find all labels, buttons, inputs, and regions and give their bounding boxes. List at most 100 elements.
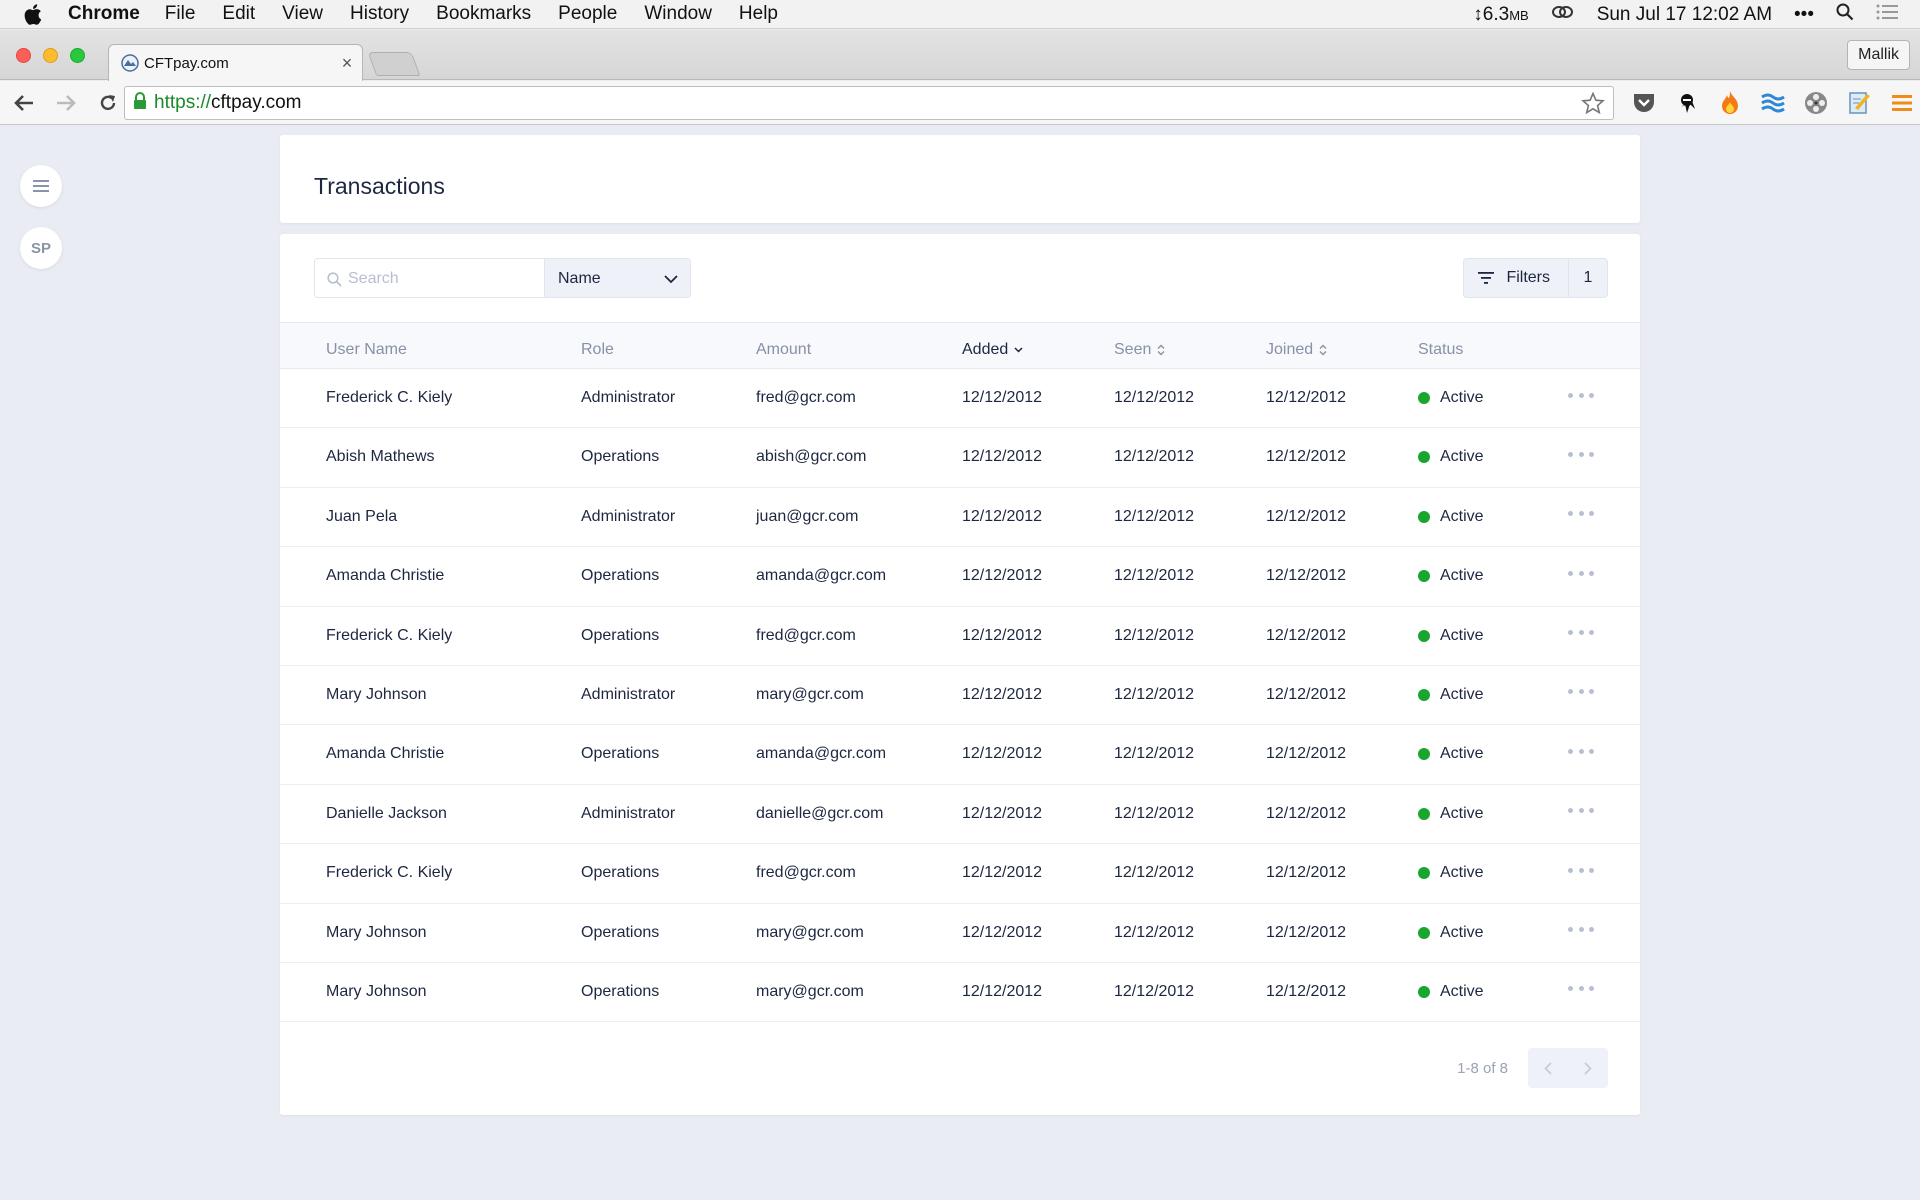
creative-cloud-icon[interactable] <box>1551 4 1575 26</box>
row-more-actions-icon[interactable] <box>1568 803 1594 819</box>
status-label: Active <box>1440 507 1484 525</box>
secure-lock-icon <box>133 91 147 115</box>
table-row[interactable]: Amanda Christie Operations amanda@gcr.com 1… <box>280 725 1640 785</box>
cell-joined: 12/12/2012 <box>1266 567 1347 585</box>
memory-unit: MB <box>1509 7 1529 23</box>
column-header-joined[interactable]: Joined <box>1266 341 1327 359</box>
sort-toggle-icon <box>1319 344 1327 356</box>
next-page-button[interactable] <box>1568 1048 1608 1088</box>
ninja-extension-icon[interactable] <box>1671 87 1703 119</box>
tab-close-icon[interactable]: × <box>332 53 362 74</box>
more-dot <box>1589 451 1594 457</box>
cell-joined: 12/12/2012 <box>1266 982 1347 1000</box>
profile-button[interactable]: Mallik <box>1847 40 1910 70</box>
notepad-extension-icon[interactable] <box>1843 87 1875 119</box>
filters-count-badge[interactable]: 1 <box>1569 259 1607 297</box>
column-header-status[interactable]: Status <box>1418 341 1463 359</box>
more-dot <box>1578 630 1584 636</box>
menu-history[interactable]: History <box>350 3 409 25</box>
column-header-amount[interactable]: Amount <box>756 341 811 359</box>
menu-help[interactable]: Help <box>739 3 778 25</box>
search-field-select[interactable]: Name <box>545 259 690 297</box>
cell-status: Active <box>1418 627 1484 645</box>
menu-window[interactable]: Window <box>644 3 712 25</box>
more-dot <box>1568 689 1573 695</box>
clock-datetime[interactable]: Sun Jul 17 12:02 AM <box>1597 4 1772 26</box>
row-more-actions-icon[interactable] <box>1568 387 1594 403</box>
table-row[interactable]: Abish Mathews Operations abish@gcr.com 12/1… <box>280 428 1640 488</box>
new-tab-button[interactable] <box>367 52 421 76</box>
search-box <box>315 259 545 297</box>
pagination-buttons <box>1528 1048 1608 1088</box>
more-dot <box>1589 511 1594 517</box>
chrome-menu-icon[interactable] <box>1886 87 1918 119</box>
menu-bookmarks[interactable]: Bookmarks <box>436 3 531 25</box>
cell-status: Active <box>1418 745 1484 763</box>
minimize-window-button[interactable] <box>43 48 58 63</box>
hamburger-icon <box>33 180 49 192</box>
reload-icon[interactable] <box>92 87 124 119</box>
row-more-actions-icon[interactable] <box>1568 684 1594 700</box>
row-more-actions-icon[interactable] <box>1568 922 1594 938</box>
menu-edit[interactable]: Edit <box>222 3 255 25</box>
status-dot-icon <box>1418 570 1430 583</box>
filters-button[interactable]: Filters <box>1464 259 1569 297</box>
url-scheme: https:// <box>154 92 212 113</box>
table-row[interactable]: Frederick C. Kiely Operations fred@gcr.com… <box>280 844 1640 904</box>
table-row[interactable]: Mary Johnson Administrator mary@gcr.com 12/… <box>280 666 1640 726</box>
row-more-actions-icon[interactable] <box>1568 625 1594 641</box>
back-arrow-icon[interactable] <box>8 87 40 119</box>
pocket-extension-icon[interactable] <box>1628 87 1660 119</box>
row-more-actions-icon[interactable] <box>1568 506 1594 522</box>
status-label: Active <box>1440 745 1484 763</box>
user-avatar[interactable]: SP <box>20 227 62 269</box>
sidebar-menu-button[interactable] <box>20 165 62 207</box>
cell-amount: danielle@gcr.com <box>756 804 884 822</box>
transactions-table-card: Name Filters 1 User Name Role Amount Add… <box>280 234 1640 1115</box>
apple-menu-icon[interactable] <box>24 3 54 25</box>
more-dot <box>1578 808 1584 814</box>
memory-indicator[interactable]: ↕6.3MB <box>1473 4 1528 26</box>
row-more-actions-icon[interactable] <box>1568 743 1594 759</box>
menu-people[interactable]: People <box>558 3 617 25</box>
table-row[interactable]: Juan Pela Administrator juan@gcr.com 12/12/… <box>280 488 1640 548</box>
waves-extension-icon[interactable] <box>1757 87 1789 119</box>
table-row[interactable]: Mary Johnson Operations mary@gcr.com 12/12/… <box>280 904 1640 963</box>
table-row[interactable]: Amanda Christie Operations amanda@gcr.com 1… <box>280 547 1640 607</box>
close-window-button[interactable] <box>16 48 31 63</box>
column-header-seen[interactable]: Seen <box>1114 341 1165 359</box>
forward-arrow-icon[interactable] <box>50 87 82 119</box>
column-header-user-name[interactable]: User Name <box>326 341 407 359</box>
menubar-status-area: ↕6.3MB Sun Jul 17 12:02 AM ••• <box>1473 0 1920 29</box>
notification-center-icon[interactable] <box>1876 4 1898 26</box>
table-row[interactable]: Mary Johnson Operations mary@gcr.com 12/12/… <box>280 963 1640 1023</box>
cell-user-name: Abish Mathews <box>326 448 435 466</box>
menubar-more-icon[interactable]: ••• <box>1794 4 1814 26</box>
bookmark-star-icon[interactable] <box>1581 91 1605 120</box>
previous-page-button[interactable] <box>1528 1048 1568 1088</box>
table-row[interactable]: Frederick C. Kiely Operations fred@gcr.com… <box>280 607 1640 666</box>
column-header-added[interactable]: Added <box>962 341 1023 359</box>
row-more-actions-icon[interactable] <box>1568 565 1594 581</box>
menu-view[interactable]: View <box>282 3 323 25</box>
browser-tab-cftpay[interactable]: CFTpay.com × <box>108 44 363 81</box>
cell-amount: mary@gcr.com <box>756 685 864 703</box>
more-dot <box>1568 511 1573 517</box>
table-row[interactable]: Frederick C. Kiely Administrator fred@gcr.… <box>280 369 1640 429</box>
menu-file[interactable]: File <box>165 3 196 25</box>
search-input[interactable] <box>348 270 528 288</box>
address-bar[interactable]: https://cftpay.com <box>124 86 1614 120</box>
zoom-window-button[interactable] <box>70 48 85 63</box>
row-more-actions-icon[interactable] <box>1568 446 1594 462</box>
film-reel-extension-icon[interactable] <box>1800 87 1832 119</box>
status-label: Active <box>1440 982 1484 1000</box>
menu-app-chrome[interactable]: Chrome <box>68 3 140 25</box>
table-row[interactable]: Danielle Jackson Administrator danielle@gc… <box>280 785 1640 845</box>
row-more-actions-icon[interactable] <box>1568 862 1594 878</box>
row-more-actions-icon[interactable] <box>1568 981 1594 997</box>
column-header-role[interactable]: Role <box>581 341 614 359</box>
url-text: https://cftpay.com <box>154 92 302 114</box>
spotlight-search-icon[interactable] <box>1836 3 1854 27</box>
cell-added: 12/12/2012 <box>962 864 1043 882</box>
fire-extension-icon[interactable] <box>1714 87 1746 119</box>
